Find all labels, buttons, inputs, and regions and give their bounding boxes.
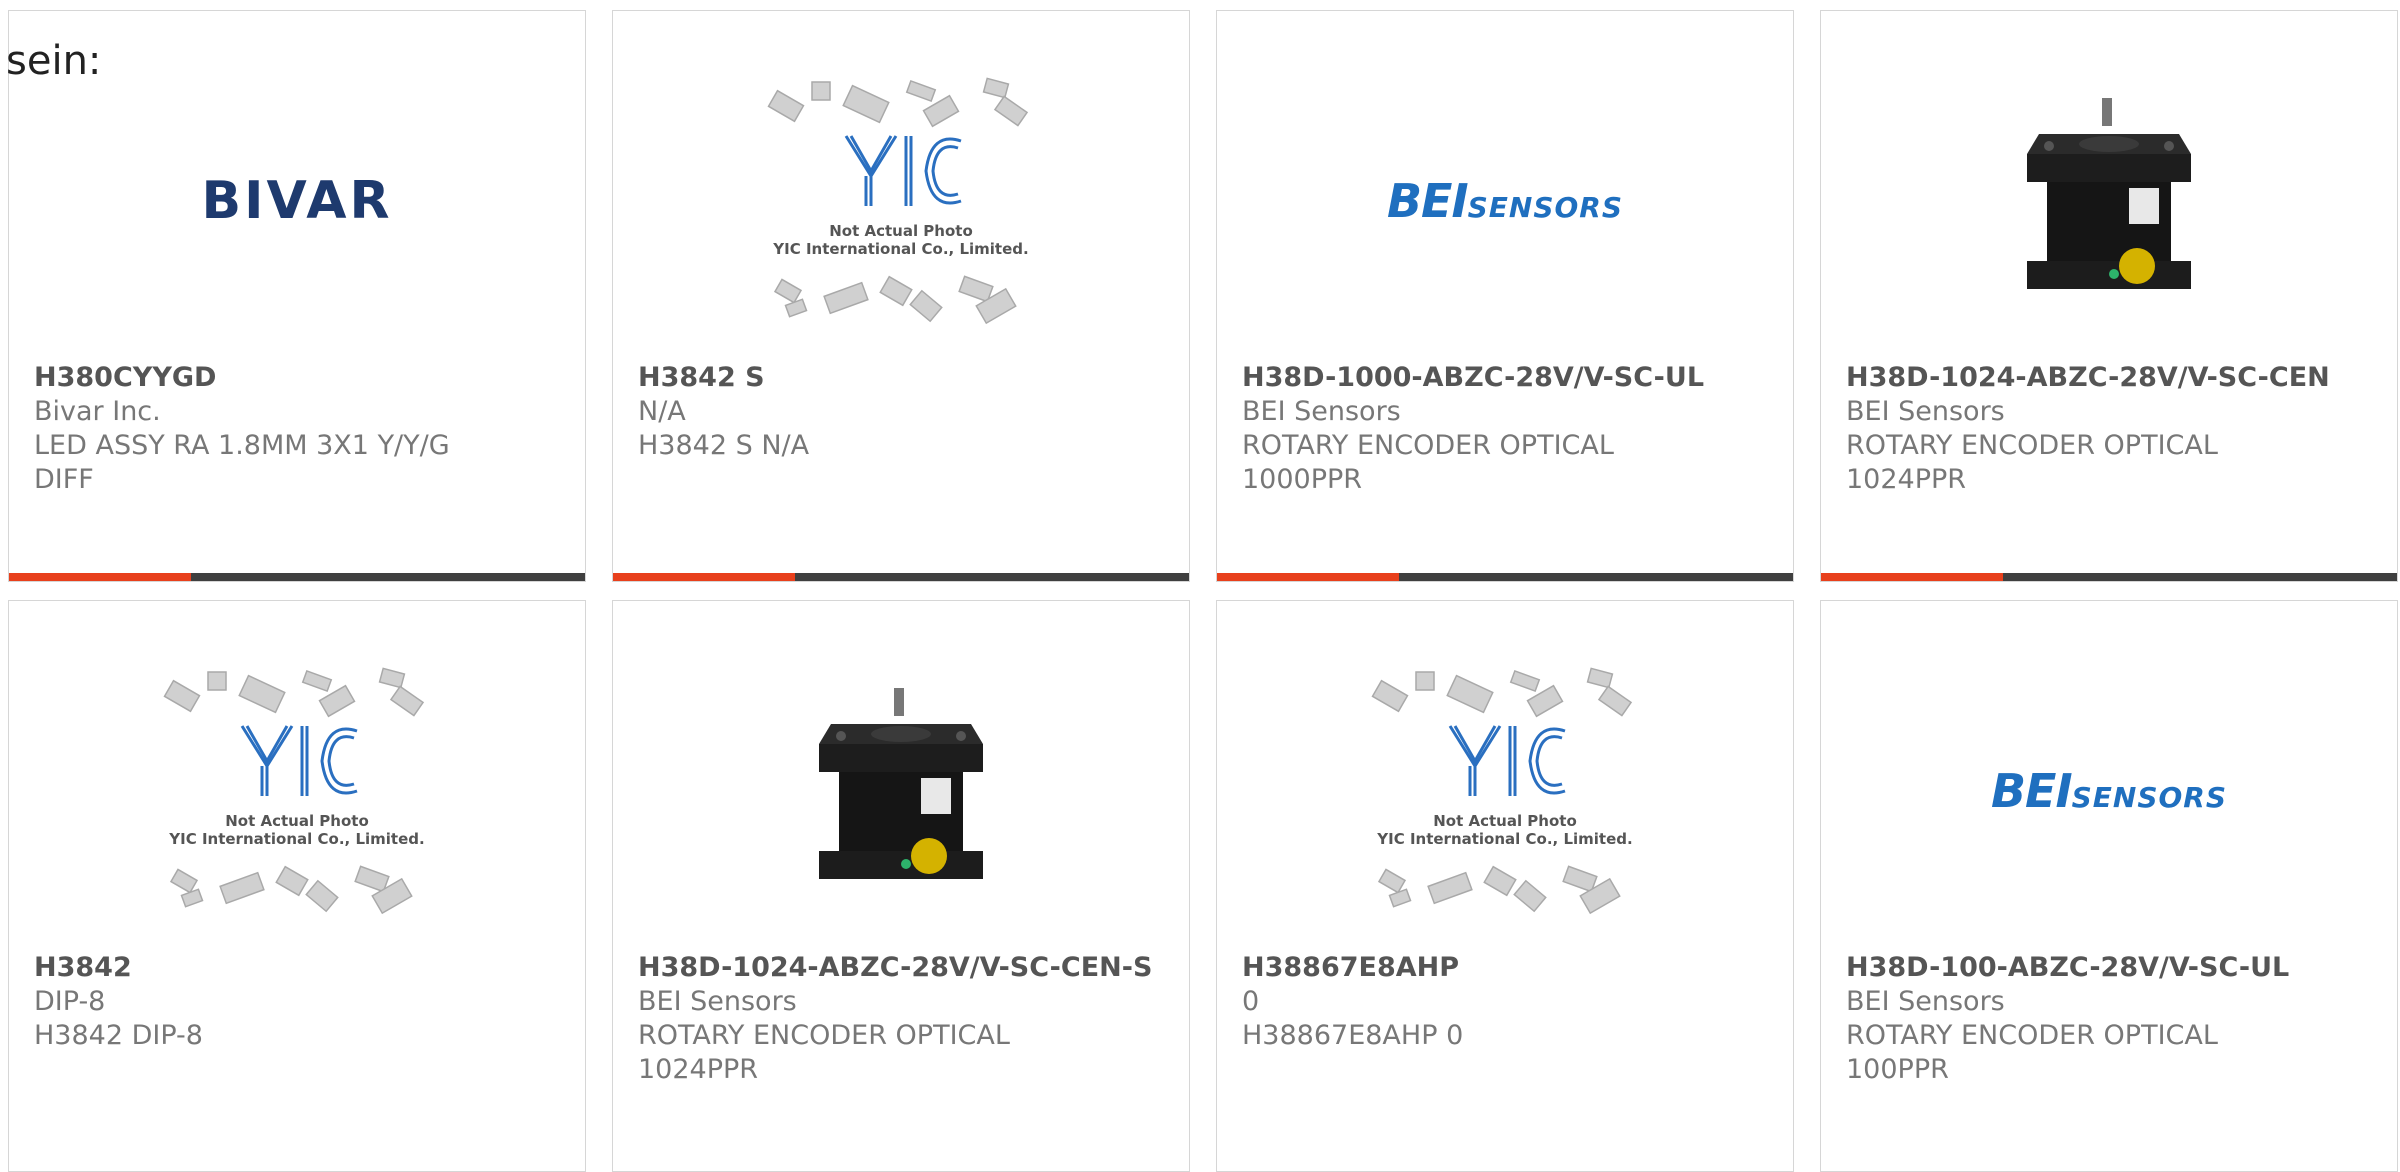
not-actual-photo-placeholder-icon: Not Actual PhotoYIC International Co., L… [163, 667, 425, 915]
description-continued: DIFF [34, 464, 94, 495]
card-bottom-bar-accent [1217, 573, 1399, 581]
product-info: H380CYYGD Bivar Inc. LED ASSY RA 1.8MM 3X1… [34, 361, 575, 497]
part-number-link[interactable]: H38D-100-ABZC-28V/V-SC-UL [1846, 951, 2387, 985]
card-bottom-bar [613, 573, 1189, 581]
placeholder-caption-1: Not Actual Photo [225, 812, 369, 830]
product-info: H3842 S N/A H3842 S N/A [638, 361, 1179, 463]
manufacturer: BEI Sensors [1846, 396, 2005, 427]
bivar-logo: BIVAR [201, 171, 393, 231]
bei-logo-wordmark: SENSORS [1467, 191, 1624, 224]
not-actual-photo-placeholder-icon: Not Actual PhotoYIC International Co., L… [1371, 667, 1633, 915]
placeholder-caption-2: YIC International Co., Limited. [772, 240, 1028, 258]
rotary-encoder-photo [819, 688, 983, 879]
part-number-link[interactable]: H3842 [34, 951, 575, 985]
bei-sensors-logo: BEISENSORS [1991, 764, 2227, 818]
product-info: H38D-1024-ABZC-28V/V-SC-CEN BEI Sensors RO… [1846, 361, 2387, 497]
description-continued: 1000PPR [1242, 464, 1363, 495]
description: ROTARY ENCODER OPTICAL [1846, 1020, 2218, 1051]
product-card[interactable]: Not Actual Photo YIC International Co., L… [8, 600, 586, 1172]
bei-logo-mark: BEI [1386, 174, 1469, 228]
manufacturer: DIP-8 [34, 986, 106, 1017]
product-image[interactable]: BEISENSORS [1821, 641, 2397, 941]
description: LED ASSY RA 1.8MM 3X1 Y/Y/G [34, 430, 450, 461]
manufacturer: BEI Sensors [638, 986, 797, 1017]
placeholder-caption-1: Not Actual Photo [829, 222, 973, 240]
product-info: H38D-1000-ABZC-28V/V-SC-UL BEI Sensors ROT… [1242, 361, 1783, 497]
description-continued: 1024PPR [638, 1054, 759, 1085]
card-bottom-bar [1821, 573, 2397, 581]
description-continued: 100PPR [1846, 1054, 1949, 1085]
product-card[interactable]: Not Actual Photo YIC International Co., L… [612, 10, 1190, 582]
card-bottom-bar-accent [613, 573, 795, 581]
product-image[interactable]: Not Actual Photo YIC International Co., L… [9, 641, 585, 941]
product-info: H3842 DIP-8 H3842 DIP-8 [34, 951, 575, 1053]
manufacturer: BEI Sensors [1242, 396, 1401, 427]
product-image[interactable] [613, 641, 1189, 941]
part-number-link[interactable]: H38D-1000-ABZC-28V/V-SC-UL [1242, 361, 1783, 395]
description: H38867E8AHP 0 [1242, 1020, 1464, 1051]
description: H3842 S N/A [638, 430, 810, 461]
description: ROTARY ENCODER OPTICAL [1846, 430, 2218, 461]
bei-sensors-logo: BEISENSORS [1387, 174, 1623, 228]
product-card[interactable]: BEISENSORS H38D-100-ABZC-28V/V-SC-UL BEI S… [1820, 600, 2398, 1172]
placeholder-caption-1: Not Actual Photo [1433, 812, 1577, 830]
description: ROTARY ENCODER OPTICAL [638, 1020, 1010, 1051]
product-card[interactable]: H38D-1024-ABZC-28V/V-SC-CEN BEI Sensors RO… [1820, 10, 2398, 582]
product-info: H38D-100-ABZC-28V/V-SC-UL BEI Sensors ROTA… [1846, 951, 2387, 1087]
manufacturer: N/A [638, 396, 686, 427]
product-grid: BIVAR H380CYYGD Bivar Inc. LED ASSY RA 1.8M… [0, 0, 2400, 1172]
card-bottom-bar [1217, 573, 1793, 581]
part-number-link[interactable]: H38D-1024-ABZC-28V/V-SC-CEN-S [638, 951, 1179, 985]
card-bottom-bar-accent [1821, 573, 2003, 581]
card-bottom-bar-accent [9, 573, 191, 581]
description: ROTARY ENCODER OPTICAL [1242, 430, 1614, 461]
rotary-encoder-photo [2027, 98, 2191, 289]
lead-text: sein: [6, 38, 102, 84]
part-number-link[interactable]: H3842 S [638, 361, 1179, 395]
product-image[interactable]: Not Actual Photo YIC International Co., L… [613, 51, 1189, 351]
placeholder-caption-2: YIC International Co., Limited. [168, 830, 424, 848]
product-image[interactable]: Not Actual Photo YIC International Co., L… [1217, 641, 1793, 941]
description-continued: 1024PPR [1846, 464, 1967, 495]
card-bottom-bar [9, 573, 585, 581]
bei-logo-wordmark: SENSORS [2071, 781, 2228, 814]
product-info: H38867E8AHP 0 H38867E8AHP 0 [1242, 951, 1783, 1053]
description: H3842 DIP-8 [34, 1020, 203, 1051]
manufacturer: 0 [1242, 986, 1260, 1017]
part-number-link[interactable]: H38867E8AHP [1242, 951, 1783, 985]
product-card[interactable]: BEISENSORS H38D-1000-ABZC-28V/V-SC-UL BEI … [1216, 10, 1794, 582]
product-image[interactable]: BEISENSORS [1217, 51, 1793, 351]
product-image[interactable]: BIVAR [9, 51, 585, 351]
product-card[interactable]: H38D-1024-ABZC-28V/V-SC-CEN-S BEI Sensors… [612, 600, 1190, 1172]
product-card[interactable]: BIVAR H380CYYGD Bivar Inc. LED ASSY RA 1.8M… [8, 10, 586, 582]
product-image[interactable] [1821, 51, 2397, 351]
manufacturer: Bivar Inc. [34, 396, 161, 427]
placeholder-caption-2: YIC International Co., Limited. [1376, 830, 1632, 848]
part-number-link[interactable]: H380CYYGD [34, 361, 575, 395]
part-number-link[interactable]: H38D-1024-ABZC-28V/V-SC-CEN [1846, 361, 2387, 395]
not-actual-photo-placeholder-icon: Not Actual PhotoYIC International Co., L… [767, 77, 1029, 325]
bei-logo-mark: BEI [1990, 764, 2073, 818]
manufacturer: BEI Sensors [1846, 986, 2005, 1017]
product-info: H38D-1024-ABZC-28V/V-SC-CEN-S BEI Sensors… [638, 951, 1179, 1087]
product-card[interactable]: Not Actual Photo YIC International Co., L… [1216, 600, 1794, 1172]
